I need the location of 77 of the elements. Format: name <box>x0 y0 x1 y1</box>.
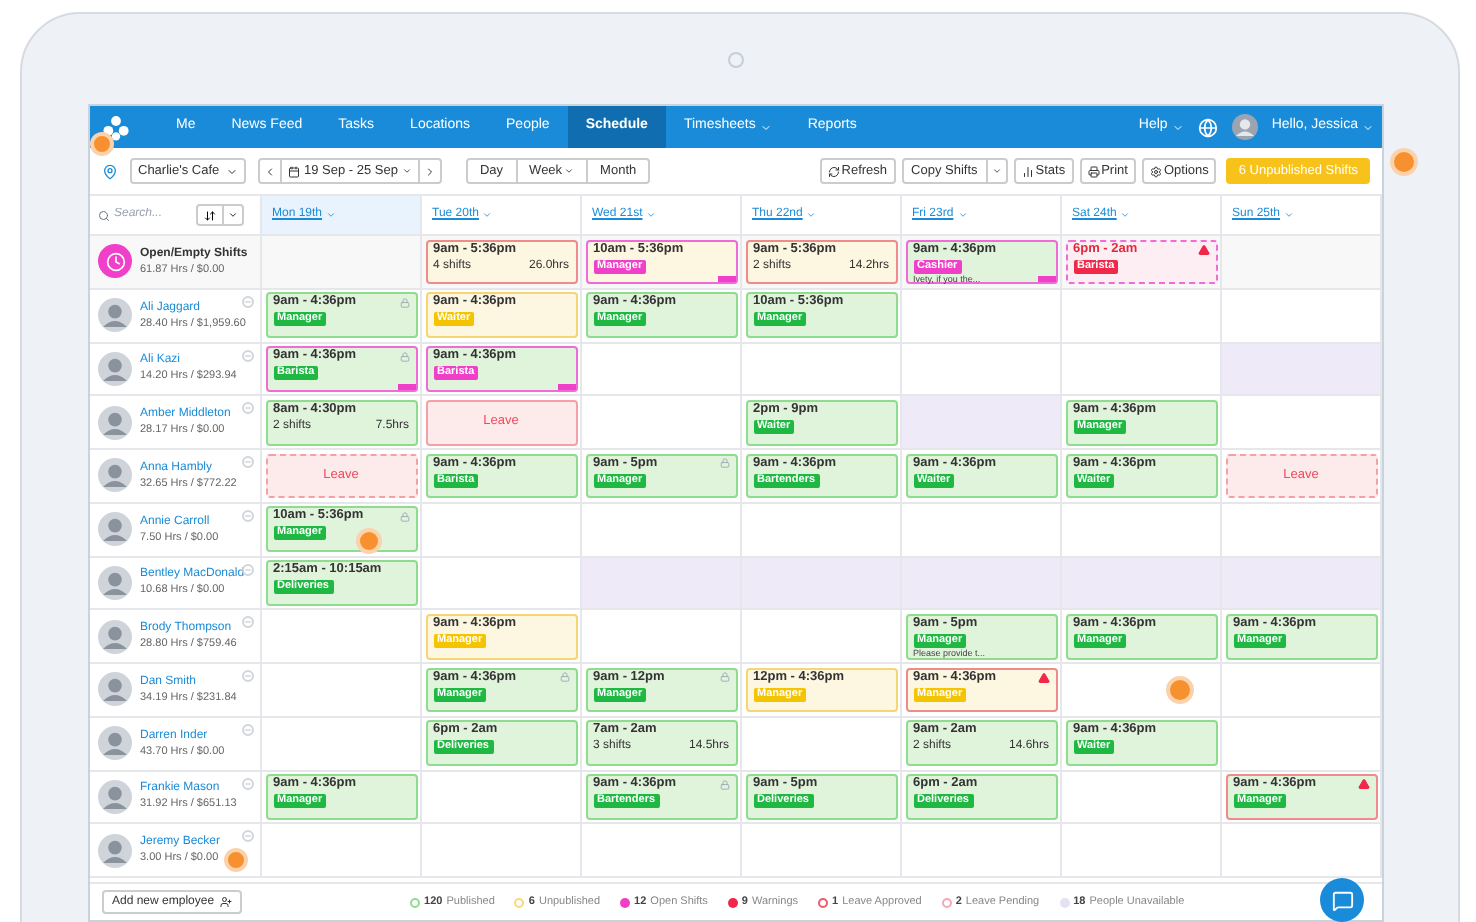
remove-icon[interactable] <box>242 563 254 575</box>
chevron-right-icon <box>423 165 436 177</box>
empty-cell[interactable] <box>1222 824 1382 878</box>
search-icon <box>98 209 110 221</box>
caret-icon <box>957 210 968 220</box>
clock-icon <box>98 244 132 279</box>
chat-icon <box>1331 889 1353 911</box>
empty-cell[interactable] <box>582 343 742 397</box>
avatar <box>98 512 132 547</box>
sort-icon <box>204 209 216 221</box>
caret-icon <box>401 166 412 176</box>
remove-icon[interactable] <box>242 670 254 682</box>
empty-cell[interactable] <box>422 771 582 825</box>
remove-icon[interactable] <box>242 349 254 361</box>
remove-icon[interactable] <box>242 723 254 736</box>
empty-cell[interactable] <box>1062 771 1222 825</box>
empty-cell[interactable] <box>742 343 902 397</box>
location-pin-icon <box>102 163 118 179</box>
globe-icon[interactable] <box>1197 117 1218 137</box>
empty-cell[interactable] <box>1062 289 1222 343</box>
caret-icon <box>482 210 493 220</box>
empty-cell[interactable] <box>582 824 742 878</box>
caret-icon <box>991 166 1002 176</box>
caret-button[interactable] <box>987 158 1008 184</box>
remove-icon[interactable] <box>242 777 254 789</box>
empty-cell[interactable] <box>1222 717 1382 771</box>
settings-icon <box>1149 165 1162 177</box>
chevron-left-icon <box>264 165 276 177</box>
caret-icon <box>226 165 238 177</box>
user-avatar[interactable] <box>1231 114 1258 140</box>
avatar <box>98 833 132 868</box>
avatar <box>98 405 132 440</box>
camera-icon <box>728 52 744 68</box>
empty-cell[interactable] <box>582 396 742 450</box>
remove-icon[interactable] <box>242 509 254 522</box>
empty-cell[interactable] <box>902 289 1062 343</box>
logo-icon <box>102 113 130 141</box>
empty-cell[interactable] <box>742 824 902 878</box>
avatar <box>98 672 132 707</box>
caret-icon <box>326 210 337 220</box>
empty-cell[interactable] <box>422 824 582 878</box>
empty-cell[interactable] <box>742 717 902 771</box>
empty-cell[interactable] <box>742 610 902 664</box>
empty-cell[interactable] <box>582 610 742 664</box>
refresh-icon <box>827 165 840 177</box>
avatar <box>98 619 132 654</box>
remove-icon[interactable] <box>242 402 254 415</box>
empty-cell[interactable] <box>902 824 1062 878</box>
avatar <box>98 298 132 333</box>
remove-icon[interactable] <box>242 295 254 308</box>
empty-cell[interactable] <box>1222 664 1382 718</box>
add-user-icon <box>220 896 233 908</box>
empty-cell[interactable] <box>422 503 582 557</box>
avatar <box>98 458 132 493</box>
caret-icon <box>228 210 238 220</box>
avatar <box>98 779 132 814</box>
empty-cell[interactable] <box>262 717 422 771</box>
empty-cell[interactable] <box>262 824 422 878</box>
remove-icon[interactable] <box>242 830 254 843</box>
avatar <box>98 726 132 761</box>
caret-icon <box>1171 121 1184 133</box>
caret-icon <box>1120 210 1131 220</box>
avatar <box>98 565 132 600</box>
caret-icon <box>806 210 817 220</box>
empty-cell[interactable] <box>262 610 422 664</box>
caret-icon <box>646 210 657 220</box>
remove-icon[interactable] <box>242 616 254 629</box>
bar-chart-icon <box>1021 165 1034 177</box>
remove-icon[interactable] <box>242 456 254 468</box>
caret-icon <box>1284 210 1295 220</box>
empty-cell[interactable] <box>1062 824 1222 878</box>
avatar <box>98 351 132 386</box>
caret-icon <box>1362 121 1374 133</box>
calendar-icon <box>288 165 300 177</box>
empty-cell[interactable] <box>1222 396 1382 450</box>
empty-cell[interactable] <box>262 664 422 718</box>
printer-icon <box>1087 165 1100 177</box>
